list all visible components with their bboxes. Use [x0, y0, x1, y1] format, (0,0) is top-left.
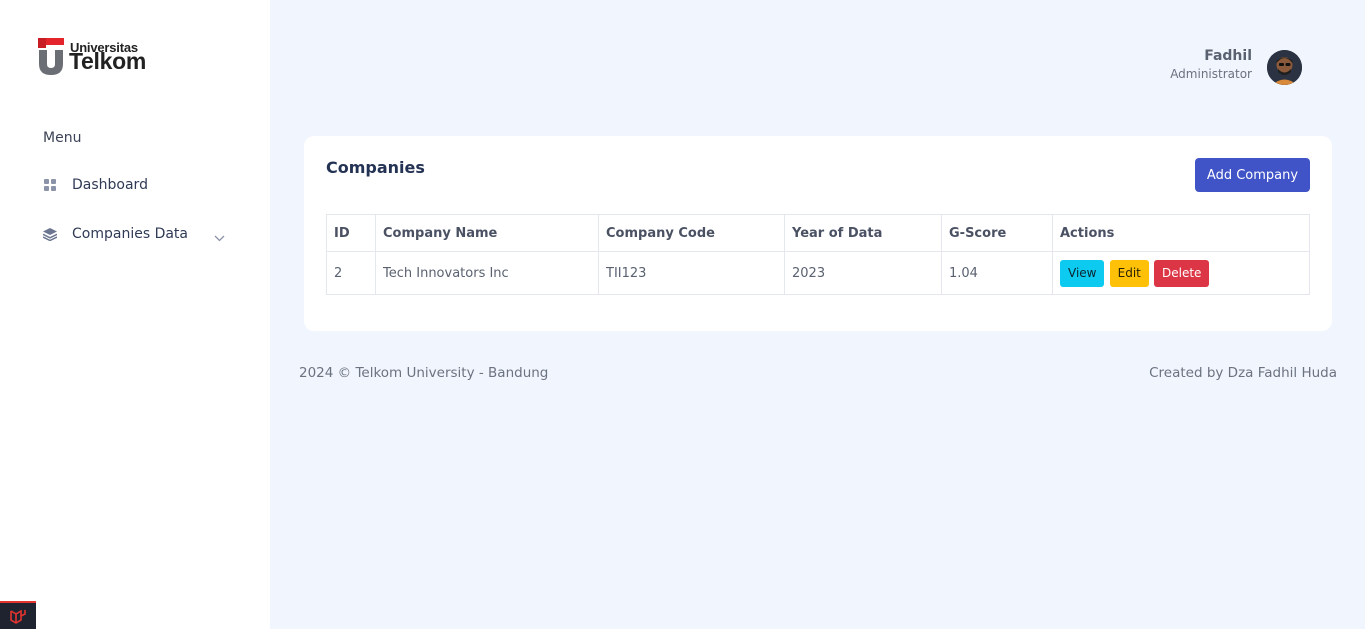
university-logo[interactable]: Universitas Telkom: [38, 38, 153, 78]
cell-company-name: Tech Innovators Inc: [375, 251, 599, 295]
footer-copyright: 2024 © Telkom University - Bandung: [299, 365, 549, 381]
table-header-row: ID Company Name Company Code Year of Dat…: [326, 214, 1310, 252]
cell-id: 2: [326, 251, 376, 295]
sidebar: Universitas Telkom Menu Dashboard Compan…: [0, 0, 270, 629]
grid-icon: [43, 178, 57, 192]
menu-heading: Menu: [43, 130, 82, 146]
user-role: Administrator: [1170, 67, 1252, 81]
companies-card: Companies Add Company ID Company Name Co…: [304, 136, 1332, 331]
page-title: Companies: [326, 158, 425, 177]
sidebar-item-label: Dashboard: [72, 177, 148, 193]
view-button[interactable]: View: [1060, 259, 1105, 287]
laravel-debugbar-icon[interactable]: [0, 601, 36, 629]
cell-g-score: 1.04: [941, 251, 1053, 295]
column-header-company-name[interactable]: Company Name: [375, 214, 599, 252]
add-company-button[interactable]: Add Company: [1195, 158, 1310, 192]
sidebar-item-dashboard[interactable]: Dashboard: [43, 173, 233, 197]
column-header-year[interactable]: Year of Data: [784, 214, 942, 252]
sidebar-item-label: Companies Data: [72, 226, 188, 242]
telkom-logo-icon: [38, 38, 64, 75]
footer-credit: Created by Dza Fadhil Huda: [1149, 365, 1337, 381]
cell-actions: View Edit Delete: [1052, 251, 1310, 295]
column-header-actions: Actions: [1052, 214, 1310, 252]
chevron-down-icon[interactable]: [214, 227, 225, 246]
cell-year: 2023: [784, 251, 942, 295]
column-header-id[interactable]: ID: [326, 214, 376, 252]
edit-button[interactable]: Edit: [1109, 259, 1149, 287]
column-header-company-code[interactable]: Company Code: [598, 214, 785, 252]
app-root: Universitas Telkom Menu Dashboard Compan…: [0, 0, 1365, 629]
sidebar-item-companies-data[interactable]: Companies Data: [43, 222, 233, 246]
user-info[interactable]: Fadhil Administrator: [1170, 48, 1252, 81]
cell-company-code: TII123: [598, 251, 785, 295]
table-row: 2 Tech Innovators Inc TII123 2023 1.04 V…: [326, 251, 1310, 295]
logo-line2: Telkom: [69, 48, 147, 74]
layers-icon: [43, 227, 57, 241]
delete-button[interactable]: Delete: [1154, 259, 1210, 287]
column-header-g-score[interactable]: G-Score: [941, 214, 1053, 252]
user-name: Fadhil: [1204, 48, 1252, 64]
companies-table: ID Company Name Company Code Year of Dat…: [326, 214, 1310, 295]
avatar[interactable]: [1267, 50, 1302, 85]
